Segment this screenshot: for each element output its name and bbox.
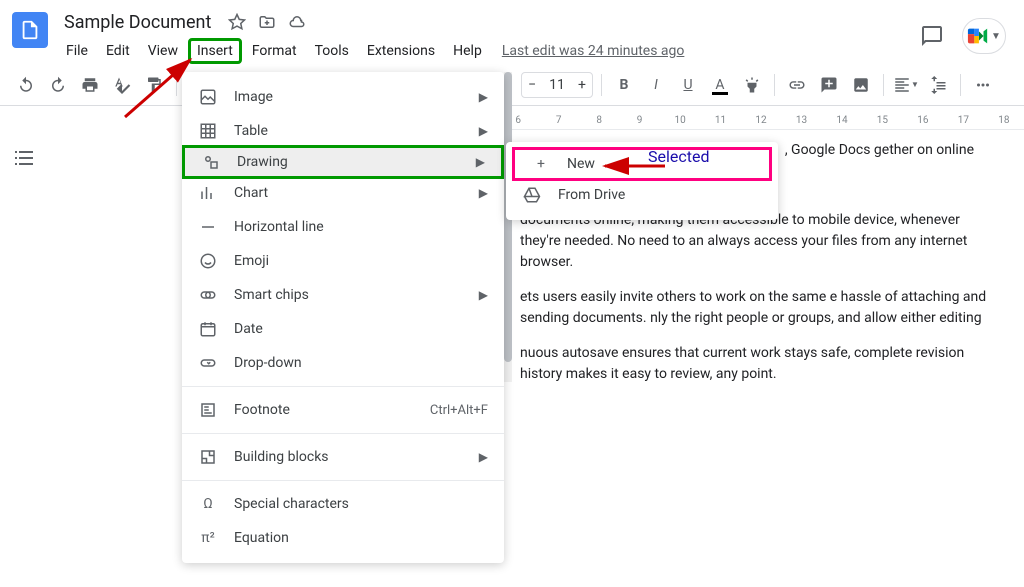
chart-icon xyxy=(198,183,218,203)
menu-format[interactable]: Format xyxy=(244,39,305,63)
menu-footnote[interactable]: Footnote Ctrl+Alt+F xyxy=(182,393,504,427)
bold-button[interactable]: B xyxy=(610,71,638,99)
doc-paragraph: nuous autosave ensures that current work… xyxy=(520,343,994,385)
chevron-right-icon: ▶ xyxy=(479,288,488,302)
drive-icon xyxy=(522,185,542,205)
omega-icon: Ω xyxy=(198,494,218,514)
toolbar: − 11 + B I U A ▼ xyxy=(0,64,1024,106)
menu-equation[interactable]: π² Equation xyxy=(182,521,504,555)
menu-file[interactable]: File xyxy=(58,39,96,63)
undo-button[interactable] xyxy=(12,71,40,99)
font-size-plus[interactable]: + xyxy=(572,77,592,93)
doc-paragraph: ets users easily invite others to work o… xyxy=(520,287,994,329)
annotation-selected-label: Selected xyxy=(648,147,709,166)
menu-horizontal-line[interactable]: Horizontal line xyxy=(182,210,504,244)
menu-scrollbar[interactable] xyxy=(504,72,512,382)
footnote-icon xyxy=(198,400,218,420)
submenu-from-drive[interactable]: From Drive xyxy=(506,178,778,212)
drawing-icon xyxy=(201,152,221,172)
insert-image-button[interactable] xyxy=(847,71,875,99)
menu-date[interactable]: Date xyxy=(182,312,504,346)
move-icon[interactable] xyxy=(257,12,277,32)
menu-insert[interactable]: Insert xyxy=(188,38,242,64)
menu-smart-chips[interactable]: Smart chips ▶ xyxy=(182,278,504,312)
more-button[interactable] xyxy=(969,71,997,99)
chevron-right-icon: ▶ xyxy=(479,186,488,200)
redo-button[interactable] xyxy=(44,71,72,99)
underline-button[interactable]: U xyxy=(674,71,702,99)
date-icon xyxy=(198,319,218,339)
image-icon xyxy=(198,87,218,107)
last-edit-link[interactable]: Last edit was 24 minutes ago xyxy=(502,43,685,59)
chevron-right-icon: ▶ xyxy=(476,155,485,169)
menu-extensions[interactable]: Extensions xyxy=(359,39,443,63)
highlight-button[interactable] xyxy=(738,71,766,99)
table-icon xyxy=(198,121,218,141)
insert-menu: Image ▶ Table ▶ Drawing ▶ Chart ▶ Horizo… xyxy=(182,72,504,563)
drawing-submenu: + New From Drive xyxy=(506,142,778,220)
font-size-control[interactable]: − 11 + xyxy=(521,72,593,98)
emoji-icon xyxy=(198,251,218,271)
menu-edit[interactable]: Edit xyxy=(98,39,138,63)
menu-image[interactable]: Image ▶ xyxy=(182,80,504,114)
menubar: File Edit View Insert Format Tools Exten… xyxy=(58,38,910,64)
menu-table[interactable]: Table ▶ xyxy=(182,114,504,148)
menu-chart[interactable]: Chart ▶ xyxy=(182,176,504,210)
paint-format-button[interactable] xyxy=(140,71,168,99)
star-icon[interactable] xyxy=(227,12,247,32)
cloud-icon[interactable] xyxy=(287,12,307,32)
menu-emoji[interactable]: Emoji xyxy=(182,244,504,278)
link-button[interactable] xyxy=(783,71,811,99)
italic-button[interactable]: I xyxy=(642,71,670,99)
align-button[interactable]: ▼ xyxy=(892,71,920,99)
print-button[interactable] xyxy=(76,71,104,99)
chevron-right-icon: ▶ xyxy=(479,90,488,104)
chevron-right-icon: ▶ xyxy=(479,450,488,464)
plus-icon: + xyxy=(531,154,551,174)
doc-title[interactable]: Sample Document xyxy=(58,10,217,35)
spellcheck-button[interactable] xyxy=(108,71,136,99)
meet-button[interactable]: ▼ xyxy=(962,18,1006,54)
menu-dropdown[interactable]: Drop-down xyxy=(182,346,504,380)
blocks-icon xyxy=(198,447,218,467)
menu-help[interactable]: Help xyxy=(445,39,490,63)
line-spacing-button[interactable] xyxy=(924,71,952,99)
font-size-minus[interactable]: − xyxy=(522,77,542,93)
chips-icon xyxy=(198,285,218,305)
chevron-right-icon: ▶ xyxy=(479,124,488,138)
menu-building-blocks[interactable]: Building blocks ▶ xyxy=(182,440,504,474)
font-size-value[interactable]: 11 xyxy=(542,77,572,93)
menu-tools[interactable]: Tools xyxy=(307,39,357,63)
hr-icon xyxy=(198,217,218,237)
dropdown-icon xyxy=(198,353,218,373)
docs-logo[interactable] xyxy=(12,12,48,48)
menu-drawing[interactable]: Drawing ▶ xyxy=(182,145,504,179)
submenu-new[interactable]: + New xyxy=(512,147,772,181)
comments-icon[interactable] xyxy=(920,24,944,48)
add-comment-button[interactable] xyxy=(815,71,843,99)
pi-icon: π² xyxy=(198,528,218,548)
outline-icon[interactable] xyxy=(12,146,36,170)
menu-special-characters[interactable]: Ω Special characters xyxy=(182,487,504,521)
menu-view[interactable]: View xyxy=(140,39,186,63)
text-color-button[interactable]: A xyxy=(706,71,734,99)
